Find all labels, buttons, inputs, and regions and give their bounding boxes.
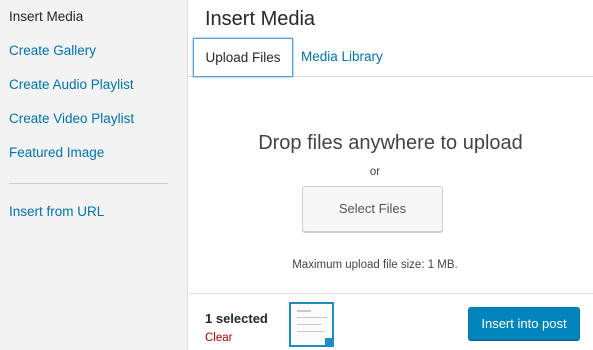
thumbnail-line — [297, 324, 321, 325]
select-files-button[interactable]: Select Files — [302, 186, 443, 232]
check-icon — [325, 338, 332, 345]
thumbnail-line — [297, 310, 311, 312]
thumbnail-line — [297, 317, 327, 318]
max-upload-size-text: Maximum upload file size: 1 MB. — [292, 259, 458, 271]
sidebar-separator — [9, 183, 168, 184]
sidebar-item-create-gallery[interactable]: Create Gallery — [0, 42, 96, 60]
thumbnail-line — [297, 331, 325, 332]
sidebar-item-insert-from-url[interactable]: Insert from URL — [0, 203, 104, 221]
sidebar-item-create-video-playlist[interactable]: Create Video Playlist — [0, 110, 134, 128]
clear-selection-link[interactable]: Clear — [205, 332, 232, 344]
selected-attachment-thumbnail[interactable] — [289, 302, 334, 347]
insert-into-post-button[interactable]: Insert into post — [468, 307, 580, 340]
media-sidebar: Insert Media Create Gallery Create Audio… — [0, 0, 188, 350]
or-separator-text: or — [369, 166, 381, 178]
tab-upload-files[interactable]: Upload Files — [193, 38, 293, 77]
sidebar-item-featured-image[interactable]: Featured Image — [0, 144, 104, 162]
page-title: Insert Media — [205, 8, 316, 30]
drop-zone-title: Drop files anywhere to upload — [258, 132, 523, 154]
selected-count: 1 selected — [205, 311, 268, 326]
media-tabs: Upload Files Media Library — [188, 38, 593, 77]
tab-media-library[interactable]: Media Library — [301, 38, 383, 77]
sidebar-item-insert-media[interactable]: Insert Media — [0, 8, 83, 26]
media-toolbar: 1 selected Clear Insert into post — [189, 293, 593, 350]
sidebar-item-create-audio-playlist[interactable]: Create Audio Playlist — [0, 76, 134, 94]
